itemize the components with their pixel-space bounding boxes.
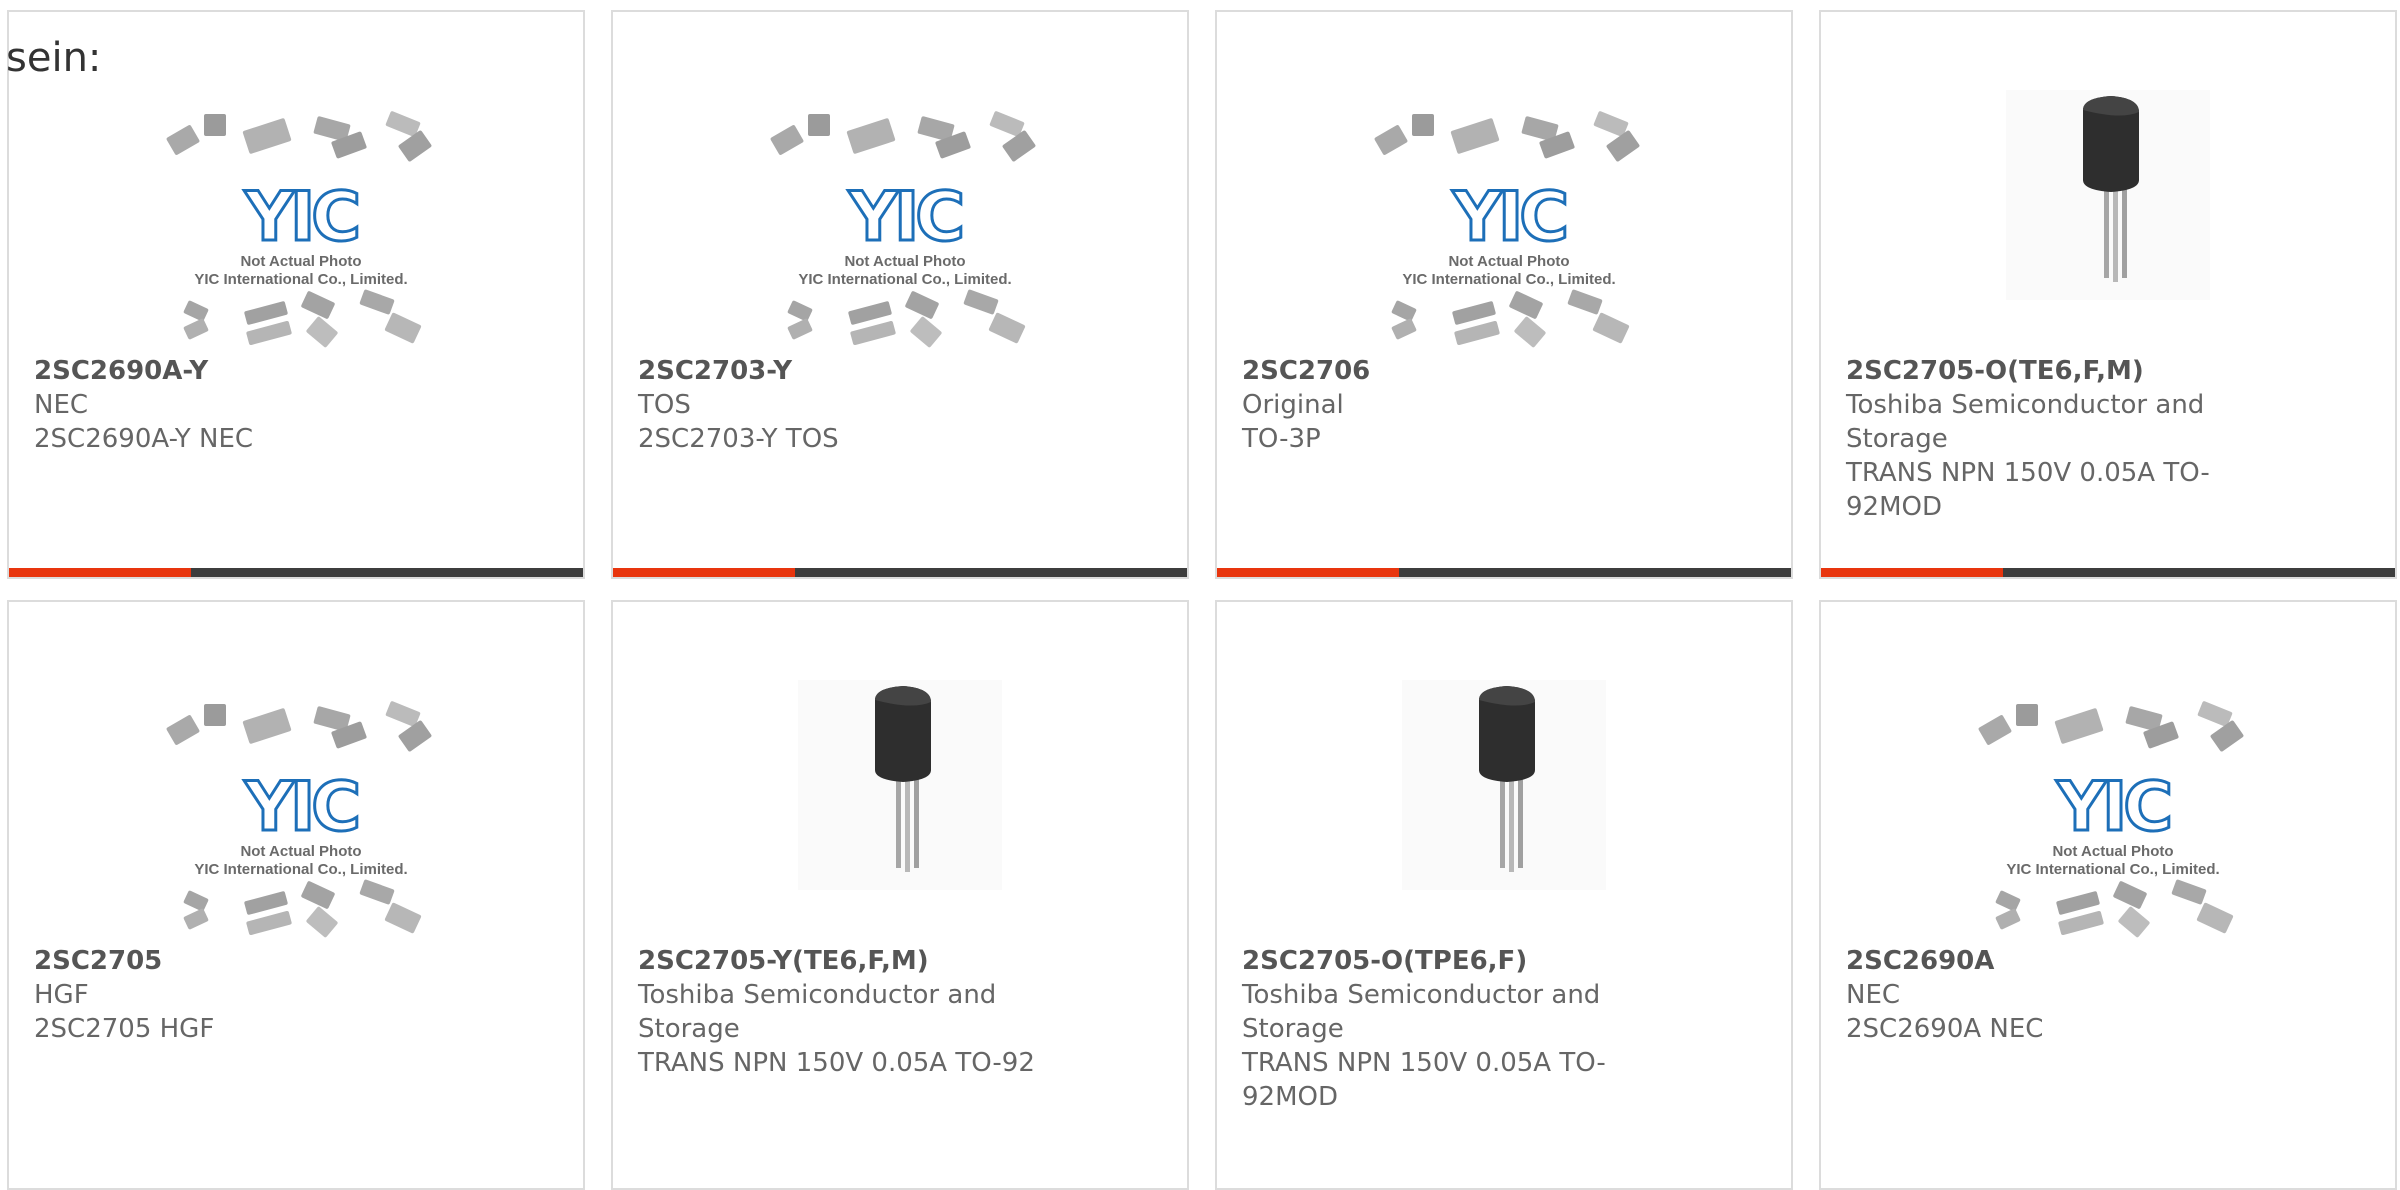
- not-actual-photo-placeholder[interactable]: YIC Not Actual Photo YIC International C…: [613, 90, 1187, 362]
- card-accent-bar: [613, 568, 795, 577]
- product-card[interactable]: 2SC2705-O(TPE6,F) Toshiba Semiconductor a…: [1215, 600, 1793, 1190]
- card-bottom-bar: [1217, 568, 1791, 577]
- card-accent-bar: [1217, 568, 1399, 577]
- card-bottom-bar: [1821, 568, 2395, 577]
- product-info: 2SC2705 HGF 2SC2705 HGF: [34, 944, 434, 1046]
- part-number[interactable]: 2SC2703-Y: [638, 354, 1038, 388]
- svg-text:YIC: YIC: [848, 178, 962, 257]
- card-bottom-bar: [613, 568, 1187, 577]
- manufacturer: Toshiba Semiconductor and: [1242, 980, 1601, 1010]
- product-info: 2SC2690A-Y NEC 2SC2690A-Y NEC: [34, 354, 434, 456]
- product-info: 2SC2705-Y(TE6,F,M) Toshiba Semiconductor …: [638, 944, 1038, 1080]
- product-info: 2SC2703-Y TOS 2SC2703-Y TOS: [638, 354, 1038, 456]
- manufacturer: Storage: [1846, 424, 1948, 454]
- manufacturer: TOS: [638, 390, 691, 420]
- part-number[interactable]: 2SC2705-O(TE6,F,M): [1846, 354, 2246, 388]
- svg-text:YIC: YIC: [244, 178, 358, 257]
- not-actual-photo-placeholder[interactable]: YIC Not Actual Photo YIC International C…: [9, 90, 583, 362]
- description: 2SC2703-Y TOS: [638, 424, 839, 454]
- svg-text:YIC International Co., Limited: YIC International Co., Limited.: [798, 271, 1011, 288]
- part-number[interactable]: 2SC2705: [34, 944, 434, 978]
- svg-text:YIC International Co., Limited: YIC International Co., Limited.: [194, 271, 407, 288]
- description: TO-3P: [1242, 424, 1321, 454]
- product-info: 2SC2690A NEC 2SC2690A NEC: [1846, 944, 2246, 1046]
- description: TRANS NPN 150V 0.05A TO-92: [638, 1048, 1035, 1078]
- part-number[interactable]: 2SC2706: [1242, 354, 1642, 388]
- transistor-photo[interactable]: [1821, 90, 2395, 362]
- product-card[interactable]: YIC Not Actual Photo YIC International C…: [1819, 600, 2397, 1190]
- product-card[interactable]: YIC Not Actual Photo YIC International C…: [7, 10, 585, 579]
- card-bottom-bar: [9, 568, 583, 577]
- manufacturer: Storage: [1242, 1014, 1344, 1044]
- product-info: 2SC2705-O(TPE6,F) Toshiba Semiconductor a…: [1242, 944, 1642, 1114]
- product-info: 2SC2706 Original TO-3P: [1242, 354, 1642, 456]
- description: 92MOD: [1846, 492, 1943, 522]
- transistor-photo[interactable]: [1217, 680, 1791, 952]
- product-card[interactable]: 2SC2705-O(TE6,F,M) Toshiba Semiconductor …: [1819, 10, 2397, 579]
- description: 2SC2705 HGF: [34, 1014, 215, 1044]
- manufacturer: HGF: [34, 980, 89, 1010]
- product-card[interactable]: YIC Not Actual Photo YIC International C…: [7, 600, 585, 1190]
- product-info: 2SC2705-O(TE6,F,M) Toshiba Semiconductor …: [1846, 354, 2246, 524]
- intro-text: sein:: [6, 35, 102, 81]
- part-number[interactable]: 2SC2690A: [1846, 944, 2246, 978]
- manufacturer: NEC: [34, 390, 89, 420]
- card-accent-bar: [1821, 568, 2003, 577]
- svg-text:Not Actual Photo: Not Actual Photo: [1448, 253, 1569, 270]
- description: TRANS NPN 150V 0.05A TO-: [1242, 1048, 1606, 1078]
- part-number[interactable]: 2SC2705-Y(TE6,F,M): [638, 944, 1038, 978]
- svg-text:Not Actual Photo: Not Actual Photo: [240, 253, 361, 270]
- svg-text:YIC: YIC: [1452, 178, 1566, 257]
- svg-text:Not Actual Photo: Not Actual Photo: [240, 843, 361, 860]
- svg-text:Not Actual Photo: Not Actual Photo: [2052, 843, 2173, 860]
- manufacturer: NEC: [1846, 980, 1901, 1010]
- card-accent-bar: [9, 568, 191, 577]
- not-actual-photo-placeholder[interactable]: YIC Not Actual Photo YIC International C…: [1217, 90, 1791, 362]
- description: 2SC2690A-Y NEC: [34, 424, 254, 454]
- product-grid: YIC Not Actual Photo YIC International C…: [0, 0, 2400, 1190]
- not-actual-photo-placeholder[interactable]: YIC Not Actual Photo YIC International C…: [1821, 680, 2395, 952]
- svg-text:YIC International Co., Limited: YIC International Co., Limited.: [2006, 861, 2219, 878]
- svg-text:YIC: YIC: [244, 768, 358, 847]
- description: 2SC2690A NEC: [1846, 1014, 2044, 1044]
- transistor-photo[interactable]: [613, 680, 1187, 952]
- svg-text:Not Actual Photo: Not Actual Photo: [844, 253, 965, 270]
- manufacturer: Storage: [638, 1014, 740, 1044]
- svg-text:YIC: YIC: [2056, 768, 2170, 847]
- product-card[interactable]: YIC Not Actual Photo YIC International C…: [611, 10, 1189, 579]
- svg-text:YIC International Co., Limited: YIC International Co., Limited.: [194, 861, 407, 878]
- manufacturer: Toshiba Semiconductor and: [1846, 390, 2205, 420]
- product-card[interactable]: YIC Not Actual Photo YIC International C…: [1215, 10, 1793, 579]
- description: 92MOD: [1242, 1082, 1339, 1112]
- manufacturer: Toshiba Semiconductor and: [638, 980, 997, 1010]
- part-number[interactable]: 2SC2705-O(TPE6,F): [1242, 944, 1642, 978]
- not-actual-photo-placeholder[interactable]: YIC Not Actual Photo YIC International C…: [9, 680, 583, 952]
- part-number[interactable]: 2SC2690A-Y: [34, 354, 434, 388]
- svg-text:YIC International Co., Limited: YIC International Co., Limited.: [1402, 271, 1615, 288]
- description: TRANS NPN 150V 0.05A TO-: [1846, 458, 2210, 488]
- product-card[interactable]: 2SC2705-Y(TE6,F,M) Toshiba Semiconductor …: [611, 600, 1189, 1190]
- manufacturer: Original: [1242, 390, 1344, 420]
